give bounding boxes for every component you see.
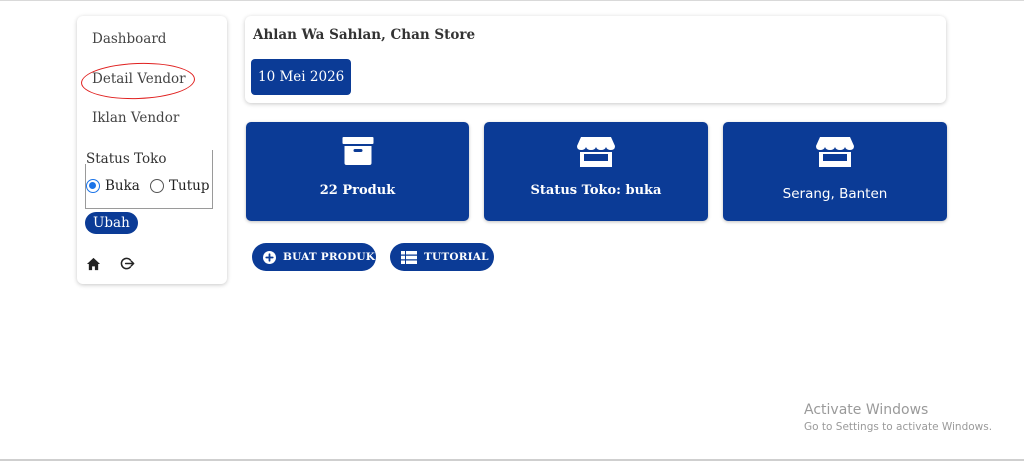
ubah-button[interactable]: Ubah (85, 212, 138, 234)
table-list-icon (401, 250, 417, 264)
stat-card-location[interactable]: Serang, Banten (723, 122, 947, 221)
stat-status-label: Status Toko: buka (530, 183, 662, 198)
stat-products-label: 22 Produk (319, 183, 396, 198)
create-product-label: BUAT PRODUK (283, 251, 376, 263)
activate-windows-title: Activate Windows (804, 402, 929, 418)
radio-buka-label: Buka (105, 178, 140, 194)
sidebar: Dashboard Detail Vendor Iklan Vendor Sta… (77, 16, 227, 284)
radio-option-buka[interactable]: Buka (86, 178, 140, 194)
stat-card-status[interactable]: Status Toko: buka (484, 122, 708, 221)
plus-circle-icon (263, 250, 276, 264)
archive-box-icon (342, 137, 373, 165)
home-icon[interactable] (86, 257, 101, 271)
sidebar-item-iklan-vendor[interactable]: Iklan Vendor (92, 110, 179, 126)
stat-card-products[interactable]: 22 Produk (246, 122, 469, 221)
logout-icon[interactable] (120, 256, 135, 271)
top-border (0, 0, 1024, 1)
tutorial-button[interactable]: TUTORIAL (390, 243, 494, 271)
greeting-title: Ahlan Wa Sahlan, Chan Store (253, 27, 476, 43)
sidebar-item-detail-vendor[interactable]: Detail Vendor (92, 71, 186, 87)
activate-windows-subtitle: Go to Settings to activate Windows. (804, 421, 993, 433)
create-product-button[interactable]: BUAT PRODUK (252, 243, 376, 271)
status-legend: Status Toko (86, 151, 169, 167)
store-icon (816, 137, 854, 167)
stat-location-label: Serang, Banten (782, 186, 888, 202)
radio-option-tutup[interactable]: Tutup (150, 178, 209, 194)
radio-tutup[interactable] (150, 179, 164, 193)
store-icon (577, 137, 615, 167)
greeting-card: Ahlan Wa Sahlan, Chan Store 10 Mei 2026 (245, 16, 946, 103)
tutorial-label: TUTORIAL (424, 251, 489, 263)
sidebar-item-dashboard[interactable]: Dashboard (92, 31, 166, 47)
radio-buka[interactable] (86, 179, 100, 193)
radio-tutup-label: Tutup (169, 178, 210, 194)
date-badge: 10 Mei 2026 (251, 59, 352, 95)
